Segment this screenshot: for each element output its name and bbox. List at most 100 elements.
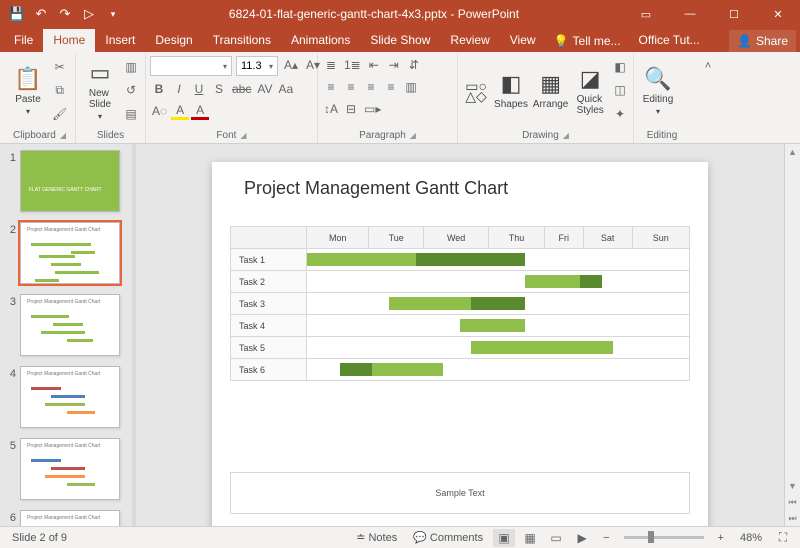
tab-transitions[interactable]: Transitions xyxy=(203,29,281,52)
tab-slideshow[interactable]: Slide Show xyxy=(360,29,440,52)
section-button[interactable]: ▤ xyxy=(122,105,140,123)
arrange-button[interactable]: ▦Arrange xyxy=(532,56,570,125)
shape-effects-button[interactable]: ✦ xyxy=(611,105,629,123)
scroll-down-button[interactable]: ▼ xyxy=(785,478,800,494)
comments-button[interactable]: 💬Comments xyxy=(407,531,489,544)
slide-thumb-4[interactable]: Project Management Gantt Chart xyxy=(20,366,120,428)
zoom-level[interactable]: 48% xyxy=(734,532,768,544)
reading-view-button[interactable]: ▭ xyxy=(545,529,567,547)
tab-animations[interactable]: Animations xyxy=(281,29,360,52)
undo-button[interactable]: ↶ xyxy=(30,3,52,25)
tab-design[interactable]: Design xyxy=(145,29,202,52)
next-slide-button[interactable]: ⏭ xyxy=(785,510,800,526)
tab-review[interactable]: Review xyxy=(440,29,499,52)
chevron-down-icon[interactable]: ▾ xyxy=(219,62,231,71)
slide-thumb-5[interactable]: Project Management Gantt Chart xyxy=(20,438,120,500)
tab-insert[interactable]: Insert xyxy=(95,29,145,52)
tab-home[interactable]: Home xyxy=(43,29,95,52)
font-family-combo[interactable]: ▾ xyxy=(150,56,232,76)
maximize-button[interactable]: ☐ xyxy=(712,0,756,28)
slide-thumb-3[interactable]: Project Management Gantt Chart xyxy=(20,294,120,356)
cut-button[interactable]: ✂ xyxy=(50,58,69,76)
tab-file[interactable]: File xyxy=(4,29,43,52)
align-center-button[interactable]: ≡ xyxy=(342,78,360,96)
font-launcher[interactable]: ◢ xyxy=(240,131,246,140)
italic-button[interactable]: I xyxy=(170,80,188,98)
bold-button[interactable]: B xyxy=(150,80,168,98)
slide-indicator[interactable]: Slide 2 of 9 xyxy=(6,532,73,544)
copy-button[interactable]: ⧉ xyxy=(50,81,69,99)
increase-font-button[interactable]: A▴ xyxy=(282,56,300,74)
numbering-button[interactable]: 1≣ xyxy=(342,56,363,74)
bullets-button[interactable]: ≣ xyxy=(322,56,340,74)
text-direction-button[interactable]: ↕A xyxy=(322,100,340,118)
underline-button[interactable]: U xyxy=(190,80,208,98)
align-left-button[interactable]: ≡ xyxy=(322,78,340,96)
increase-indent-button[interactable]: ⇥ xyxy=(385,56,403,74)
quick-styles-button[interactable]: ◪Quick Styles xyxy=(571,56,609,125)
columns-button[interactable]: ▥ xyxy=(402,78,420,96)
fit-to-window-button[interactable]: ⛶ xyxy=(772,529,794,547)
tab-view[interactable]: View xyxy=(500,29,546,52)
close-button[interactable]: ✕ xyxy=(756,0,800,28)
slide-thumb-2[interactable]: Project Management Gantt Chart xyxy=(20,222,120,284)
strike-button[interactable]: abc xyxy=(230,80,253,98)
zoom-out-button[interactable]: − xyxy=(597,532,615,544)
notes-button[interactable]: ≐Notes xyxy=(350,531,403,544)
highlight-button[interactable]: A xyxy=(171,102,189,120)
sorter-view-button[interactable]: ▦ xyxy=(519,529,541,547)
reset-button[interactable]: ↺ xyxy=(122,81,140,99)
collapse-ribbon-button[interactable]: ˄ xyxy=(690,54,726,143)
align-right-button[interactable]: ≡ xyxy=(362,78,380,96)
shapes-button[interactable]: ◧Shapes xyxy=(492,56,530,125)
sample-text-box[interactable]: Sample Text xyxy=(230,472,690,514)
shape-fill-button[interactable]: ◧ xyxy=(611,58,629,76)
tell-me-search[interactable]: 💡Tell me... xyxy=(546,30,629,52)
layout-button[interactable]: ▥ xyxy=(122,58,140,76)
font-size-input[interactable] xyxy=(237,60,265,72)
slideshow-view-button[interactable]: ▶ xyxy=(571,529,593,547)
vertical-scrollbar[interactable]: ▲ ▼ ⏮ ⏭ xyxy=(784,144,800,526)
normal-view-button[interactable]: ▣ xyxy=(493,529,515,547)
format-painter-button[interactable]: 🖌 xyxy=(50,105,69,123)
gallery-shapes[interactable]: ▭○△◇ xyxy=(462,56,490,125)
share-button[interactable]: 👤Share xyxy=(729,30,796,52)
minimize-button[interactable]: — xyxy=(668,0,712,28)
shadow-button[interactable]: S xyxy=(210,80,228,98)
editing-dropdown[interactable]: 🔍Editing▾ xyxy=(638,56,678,125)
redo-button[interactable]: ↷ xyxy=(54,3,76,25)
tab-addin-office[interactable]: Office Tut... xyxy=(629,29,710,52)
prev-slide-button[interactable]: ⏮ xyxy=(785,494,800,510)
zoom-thumb[interactable] xyxy=(648,531,654,543)
qat-customize-button[interactable]: ▾ xyxy=(102,3,124,25)
ribbon-display-options-button[interactable]: ▭ xyxy=(624,0,668,28)
slide-canvas[interactable]: Project Management Gantt Chart MonTueWed… xyxy=(212,162,708,526)
drawing-launcher[interactable]: ◢ xyxy=(563,131,569,140)
clipboard-launcher[interactable]: ◢ xyxy=(60,131,66,140)
line-spacing-button[interactable]: ⇵ xyxy=(405,56,423,74)
save-button[interactable]: 💾 xyxy=(6,3,28,25)
start-from-beginning-button[interactable]: ▷ xyxy=(78,3,100,25)
zoom-slider[interactable] xyxy=(624,536,704,539)
font-size-combo[interactable]: ▾ xyxy=(236,56,278,76)
spacing-button[interactable]: AV xyxy=(255,80,274,98)
chevron-down-icon[interactable]: ▾ xyxy=(265,62,277,71)
change-case-button[interactable]: Aa xyxy=(276,80,295,98)
align-text-button[interactable]: ⊟ xyxy=(342,100,360,118)
slide-thumb-1[interactable]: FLAT GENERIC GANTT CHART xyxy=(20,150,120,212)
scroll-up-button[interactable]: ▲ xyxy=(785,144,800,160)
slide-title[interactable]: Project Management Gantt Chart xyxy=(244,178,508,199)
gantt-chart[interactable]: MonTueWedThuFriSatSunTask 1Task 2Task 3T… xyxy=(230,226,690,381)
new-slide-button[interactable]: ▭ New Slide▾ xyxy=(80,56,120,125)
paragraph-launcher[interactable]: ◢ xyxy=(410,131,416,140)
font-color-button[interactable]: A xyxy=(191,102,209,120)
slide-thumb-6[interactable]: Project Management Gantt Chart xyxy=(20,510,120,526)
zoom-in-button[interactable]: + xyxy=(712,532,730,544)
paste-button[interactable]: 📋 Paste▾ xyxy=(8,56,48,125)
slide-thumbnail-panel[interactable]: 1FLAT GENERIC GANTT CHART2Project Manage… xyxy=(0,144,132,526)
shape-outline-button[interactable]: ◫ xyxy=(611,81,629,99)
clear-formatting-button[interactable]: A◌ xyxy=(150,102,169,120)
slide-edit-area[interactable]: Project Management Gantt Chart MonTueWed… xyxy=(136,144,784,526)
smartart-button[interactable]: ▭▸ xyxy=(362,100,383,118)
decrease-indent-button[interactable]: ⇤ xyxy=(365,56,383,74)
